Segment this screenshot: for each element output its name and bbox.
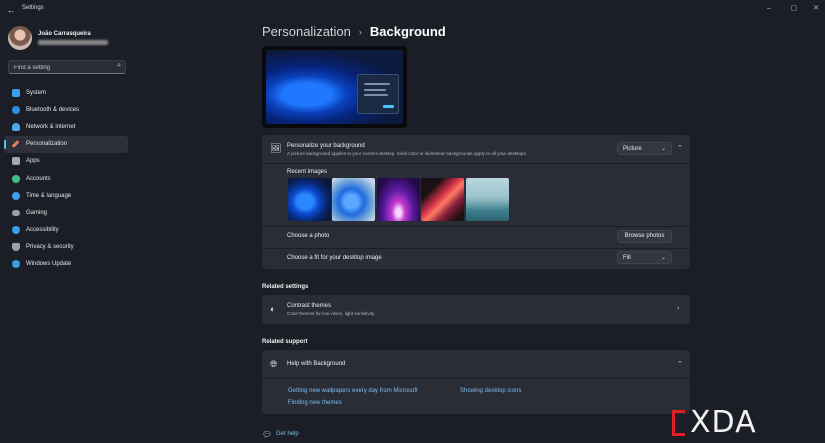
chevron-down-icon: ⌄	[660, 255, 666, 261]
sidebar-item-label: Accounts	[26, 175, 51, 182]
profile-name: João Carrasqueira	[38, 31, 91, 37]
gamepad-icon	[12, 209, 20, 216]
chevron-up-icon[interactable]: ⌃	[677, 360, 683, 368]
chevron-right-icon: ›	[358, 26, 362, 37]
sidebar-item-accessibility[interactable]: Accessibility	[4, 222, 128, 239]
fit-value: Fill	[623, 255, 631, 261]
recent-image-thumbnail[interactable]	[332, 178, 375, 221]
back-arrow-icon[interactable]: ←	[5, 4, 17, 16]
app-title: Settings	[22, 5, 44, 11]
chevron-down-icon: ⌄	[660, 146, 666, 152]
desktop-icons-link[interactable]: Showing desktop icons	[460, 388, 521, 394]
preview-window-mock	[357, 74, 399, 114]
sidebar-item-network[interactable]: Network & internet	[4, 118, 128, 135]
contrast-icon: ◐	[270, 304, 276, 314]
related-settings-heading: Related settings	[262, 284, 309, 290]
sidebar-item-system[interactable]: System	[4, 84, 128, 101]
xda-watermark-logo: XDA	[672, 408, 757, 438]
sidebar-item-gaming[interactable]: Gaming	[4, 204, 128, 221]
help-icon: 💬︎	[262, 430, 273, 439]
breadcrumb-parent[interactable]: Personalization	[262, 24, 351, 39]
help-with-background-title[interactable]: Help with Background	[287, 361, 345, 367]
sidebar-item-label: Bluetooth & devices	[26, 106, 80, 113]
recent-image-thumbnail[interactable]	[377, 178, 420, 221]
contrast-themes-card[interactable]: ◐ Contrast themes Color themes for low v…	[262, 295, 690, 324]
recent-image-thumbnail[interactable]	[288, 178, 331, 221]
accounts-icon	[12, 174, 20, 183]
wallpapers-link[interactable]: Getting new wallpapers every day from Mi…	[288, 388, 418, 394]
shield-icon	[12, 243, 20, 252]
get-help-link[interactable]: Get help	[276, 431, 299, 437]
search-icon[interactable]: ⌕	[117, 62, 121, 70]
system-display-icon	[12, 88, 20, 97]
sidebar-nav: System Bluetooth & devices Network & int…	[4, 84, 128, 273]
sidebar-item-label: Personalization	[26, 141, 68, 148]
brush-icon	[11, 140, 20, 149]
image-icon: 🖼︎	[270, 143, 282, 153]
contrast-themes-title: Contrast themes	[287, 303, 332, 309]
sidebar-item-time-language[interactable]: Time & language	[4, 187, 128, 204]
personalize-background-title: Personalize your background	[287, 143, 365, 149]
xda-wordmark: XDA	[690, 405, 757, 440]
background-type-value: Picture	[623, 146, 642, 152]
related-support-heading: Related support	[262, 339, 308, 345]
sidebar-item-apps[interactable]: Apps	[4, 153, 128, 170]
profile-email-redacted	[38, 40, 108, 45]
personalize-background-subtitle: A picture background applies to your cur…	[287, 151, 528, 156]
choose-photo-label: Choose a photo	[287, 233, 330, 239]
browse-photos-button[interactable]: Browse photos	[617, 230, 672, 243]
windows-update-icon	[12, 260, 20, 269]
sidebar-item-label: System	[26, 89, 47, 96]
globe-clock-icon	[12, 191, 20, 200]
search-box[interactable]: ⌕	[8, 60, 126, 74]
background-type-dropdown[interactable]: Picture ⌄	[617, 142, 672, 155]
chevron-right-icon: ›	[677, 305, 680, 312]
maximize-icon[interactable]: ▢	[788, 3, 800, 15]
xda-bracket-icon	[672, 410, 685, 436]
sidebar-item-label: Accessibility	[26, 227, 59, 234]
help-with-background-card: 🌐︎ Help with Background ⌃ Getting new wa…	[262, 350, 690, 414]
fit-dropdown[interactable]: Fill ⌄	[617, 251, 672, 264]
sidebar-item-label: Gaming	[26, 209, 48, 216]
sidebar-item-label: Network & internet	[26, 123, 76, 130]
new-themes-link[interactable]: Finding new themes	[288, 400, 342, 406]
avatar[interactable]	[8, 26, 32, 50]
desktop-preview	[262, 46, 407, 128]
recent-image-thumbnail[interactable]	[421, 178, 464, 221]
recent-image-thumbnail[interactable]	[466, 178, 509, 221]
chevron-up-icon[interactable]: ⌃	[677, 144, 683, 152]
sidebar-item-label: Apps	[26, 158, 40, 165]
sidebar-item-personalization[interactable]: Personalization	[4, 135, 128, 153]
recent-images-label: Recent images	[287, 169, 328, 175]
sidebar-item-windows-update[interactable]: Windows Update	[4, 256, 128, 273]
choose-fit-label: Choose a fit for your desktop image	[287, 255, 382, 261]
accessibility-icon	[12, 226, 20, 235]
globe-icon: 🌐︎	[270, 359, 278, 369]
page-title: Background	[369, 24, 446, 39]
minimize-icon[interactable]: –	[763, 3, 775, 15]
wifi-icon	[12, 122, 20, 131]
sidebar-item-label: Time & language	[26, 192, 72, 199]
title-bar: ← Settings – ▢ ✕	[0, 0, 825, 20]
sidebar-item-privacy[interactable]: Privacy & security	[4, 239, 128, 256]
breadcrumb: Personalization › Background	[262, 24, 446, 39]
bluetooth-icon	[12, 105, 20, 114]
sidebar-item-label: Windows Update	[26, 261, 72, 268]
contrast-themes-subtitle: Color themes for low vision, light sensi…	[287, 311, 375, 316]
apps-icon	[12, 157, 20, 166]
close-icon[interactable]: ✕	[810, 3, 822, 15]
sidebar-item-accounts[interactable]: Accounts	[4, 170, 128, 187]
sidebar-item-label: Privacy & security	[26, 244, 74, 251]
search-input[interactable]	[14, 62, 114, 73]
sidebar-item-bluetooth[interactable]: Bluetooth & devices	[4, 101, 128, 118]
